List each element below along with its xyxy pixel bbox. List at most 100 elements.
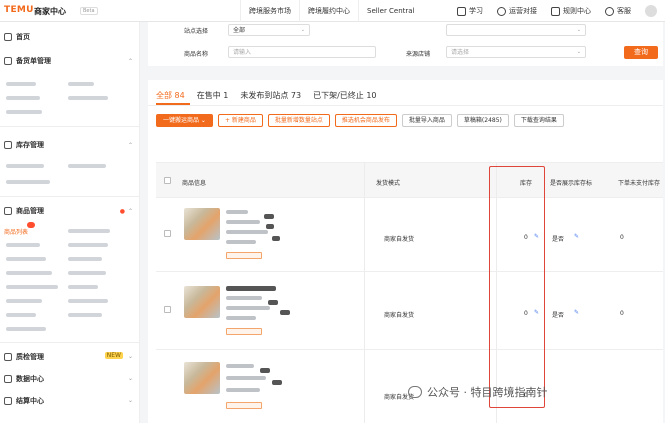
watermark-text: 公众号 · 特目跨境指南针 <box>427 386 548 399</box>
nav-service-market[interactable]: 跨境服务市场 <box>240 0 299 22</box>
chevron-up-icon[interactable]: ⌃ <box>128 142 133 149</box>
edit-icon[interactable]: ✎ <box>574 233 579 240</box>
sidebar-item[interactable] <box>6 313 36 317</box>
sidebar-item[interactable] <box>68 243 108 247</box>
sidebar-item[interactable] <box>6 164 44 168</box>
sidebar-item[interactable] <box>6 285 58 289</box>
headset-icon <box>605 6 614 16</box>
sidebar-section-data[interactable]: 数据中心 <box>4 374 44 384</box>
sidebar-item[interactable] <box>68 299 108 303</box>
product-sku-redacted <box>226 376 266 380</box>
source-shop-select[interactable]: 请选择 ⌄ <box>446 46 586 58</box>
row-checkbox[interactable] <box>164 230 171 237</box>
edit-icon[interactable]: ✎ <box>574 309 579 316</box>
row-checkbox[interactable] <box>164 306 171 313</box>
new-product-button[interactable]: + 新建商品 <box>217 114 263 127</box>
chat-icon <box>497 6 506 16</box>
product-name-label: 商品名称 <box>184 51 209 58</box>
product-meta-redacted <box>226 316 256 320</box>
product-thumbnail[interactable] <box>184 362 220 394</box>
col-unpaid-stock: 下单未支付库存 <box>618 180 661 187</box>
ship-mode: 商家自发货 <box>384 312 415 319</box>
chevron-down-icon[interactable]: ⌄ <box>128 397 133 404</box>
batch-move-button[interactable]: 一键搬运商品 ⌄ <box>156 114 213 127</box>
col-product-info: 商品信息 <box>182 180 207 187</box>
show-stock-flag: 是否 <box>552 236 565 243</box>
rules-center-link[interactable]: 规则中心 <box>551 6 591 16</box>
product-list-panel: 全部 84 在售中 1 未发布到站点 73 已下架/已终止 10 一键搬运商品 … <box>148 80 663 423</box>
select-all-checkbox[interactable] <box>164 177 171 184</box>
sidebar-section-inventory[interactable]: 库存管理 <box>4 140 44 150</box>
site-filter-select[interactable]: 全部 ⌄ <box>228 24 310 36</box>
tab-all[interactable]: 全部 84 <box>156 90 185 101</box>
sidebar-item[interactable] <box>6 271 52 275</box>
chevron-up-icon[interactable]: ⌃ <box>128 208 133 215</box>
status-tabs: 全部 84 在售中 1 未发布到站点 73 已下架/已终止 10 <box>156 90 377 101</box>
download-results-button[interactable]: 下载查询结果 <box>513 114 564 127</box>
filter-select[interactable]: ⌄ <box>446 24 586 36</box>
sidebar-section-home[interactable]: 首页 <box>4 32 30 42</box>
product-name-input[interactable]: 请输入 <box>228 46 376 58</box>
chevron-down-icon: ⌄ <box>576 49 581 55</box>
learn-link[interactable]: 学习 <box>457 6 483 16</box>
sidebar: 首页 备货单管理 ⌃ 库存管理 ⌃ 商品管理 ● ⌃ 商品列表 质检管理 NEW… <box>0 22 140 423</box>
table-row[interactable]: 商家自发货 0 ✎ 是否 ✎ 0 <box>156 198 663 272</box>
sidebar-section-orders[interactable]: 备货单管理 <box>4 56 51 66</box>
product-title-redacted <box>226 210 248 214</box>
sidebar-item[interactable] <box>68 271 106 275</box>
chevron-down-icon[interactable]: ⌄ <box>128 375 133 382</box>
avatar[interactable] <box>645 5 657 17</box>
sidebar-section-settlement[interactable]: 结算中心 <box>4 396 44 406</box>
product-thumbnail[interactable] <box>184 286 220 318</box>
tab-offline[interactable]: 已下架/已终止 10 <box>313 90 376 101</box>
sidebar-item[interactable] <box>68 164 106 168</box>
redacted-mark <box>264 214 274 219</box>
sidebar-item[interactable] <box>68 96 108 100</box>
sidebar-item[interactable] <box>6 299 42 303</box>
unpaid-stock-value: 0 <box>620 234 624 241</box>
sidebar-item[interactable] <box>68 257 102 261</box>
status-badge <box>226 328 262 335</box>
redacted-mark <box>268 300 278 305</box>
nav-seller-central[interactable]: Seller Central <box>358 0 423 22</box>
table-row[interactable]: 商家自发货 0 ✎ 是否 ✎ 0 <box>156 272 663 350</box>
redacted-mark <box>266 224 274 229</box>
drafts-button[interactable]: 草稿箱(2485) <box>456 114 509 127</box>
customer-service-link[interactable]: 客服 <box>605 6 631 16</box>
redacted-mark <box>280 310 290 315</box>
sidebar-item[interactable] <box>6 96 40 100</box>
sidebar-item[interactable] <box>6 110 42 114</box>
top-bar: TEMU 商家中心 Beta 跨境服务市场 跨境履约中心 Seller Cent… <box>0 0 665 22</box>
nav-fulfillment-center[interactable]: 跨境履约中心 <box>299 0 358 22</box>
main-content: 站点选择 全部 ⌄ ⌄ 商品名称 请输入 来源店铺 请选择 ⌄ 查询 全部 84 在… <box>140 22 665 423</box>
sidebar-section-qc[interactable]: 质检管理 <box>4 352 44 362</box>
tab-unpublished[interactable]: 未发布到站点 73 <box>240 90 301 101</box>
ops-contact-link[interactable]: 运营对接 <box>497 6 537 16</box>
product-code-redacted <box>226 388 260 392</box>
brand-logo[interactable]: TEMU <box>4 5 34 15</box>
chevron-up-icon[interactable]: ⌃ <box>128 58 133 65</box>
sidebar-item[interactable] <box>68 313 102 317</box>
sidebar-section-products[interactable]: 商品管理 <box>4 206 44 216</box>
sidebar-item[interactable] <box>6 257 46 261</box>
product-thumbnail[interactable] <box>184 208 220 240</box>
sidebar-item[interactable] <box>68 285 98 289</box>
sidebar-item-product-list[interactable]: 商品列表 <box>4 227 28 236</box>
product-sku-redacted <box>226 296 262 300</box>
chevron-down-icon[interactable]: ⌄ <box>128 353 133 360</box>
goods-icon <box>4 207 12 215</box>
sidebar-item[interactable] <box>6 243 40 247</box>
status-badge <box>226 402 262 409</box>
tab-on-sale[interactable]: 在售中 1 <box>197 90 229 101</box>
sidebar-item[interactable] <box>6 327 46 331</box>
sidebar-item[interactable] <box>68 82 94 86</box>
batch-add-site-button[interactable]: 批量新增数量站点 <box>267 114 330 127</box>
wallet-icon <box>4 397 12 405</box>
top-right-links: 学习 运营对接 规则中心 客服 <box>457 0 657 22</box>
sidebar-item[interactable] <box>6 180 50 184</box>
query-button[interactable]: 查询 <box>624 46 658 59</box>
sidebar-item[interactable] <box>68 229 110 233</box>
batch-import-button[interactable]: 批量导入商品 <box>401 114 452 127</box>
sidebar-item[interactable] <box>6 82 36 86</box>
opportunity-publish-button[interactable]: 推选机会商品发布 <box>334 114 397 127</box>
